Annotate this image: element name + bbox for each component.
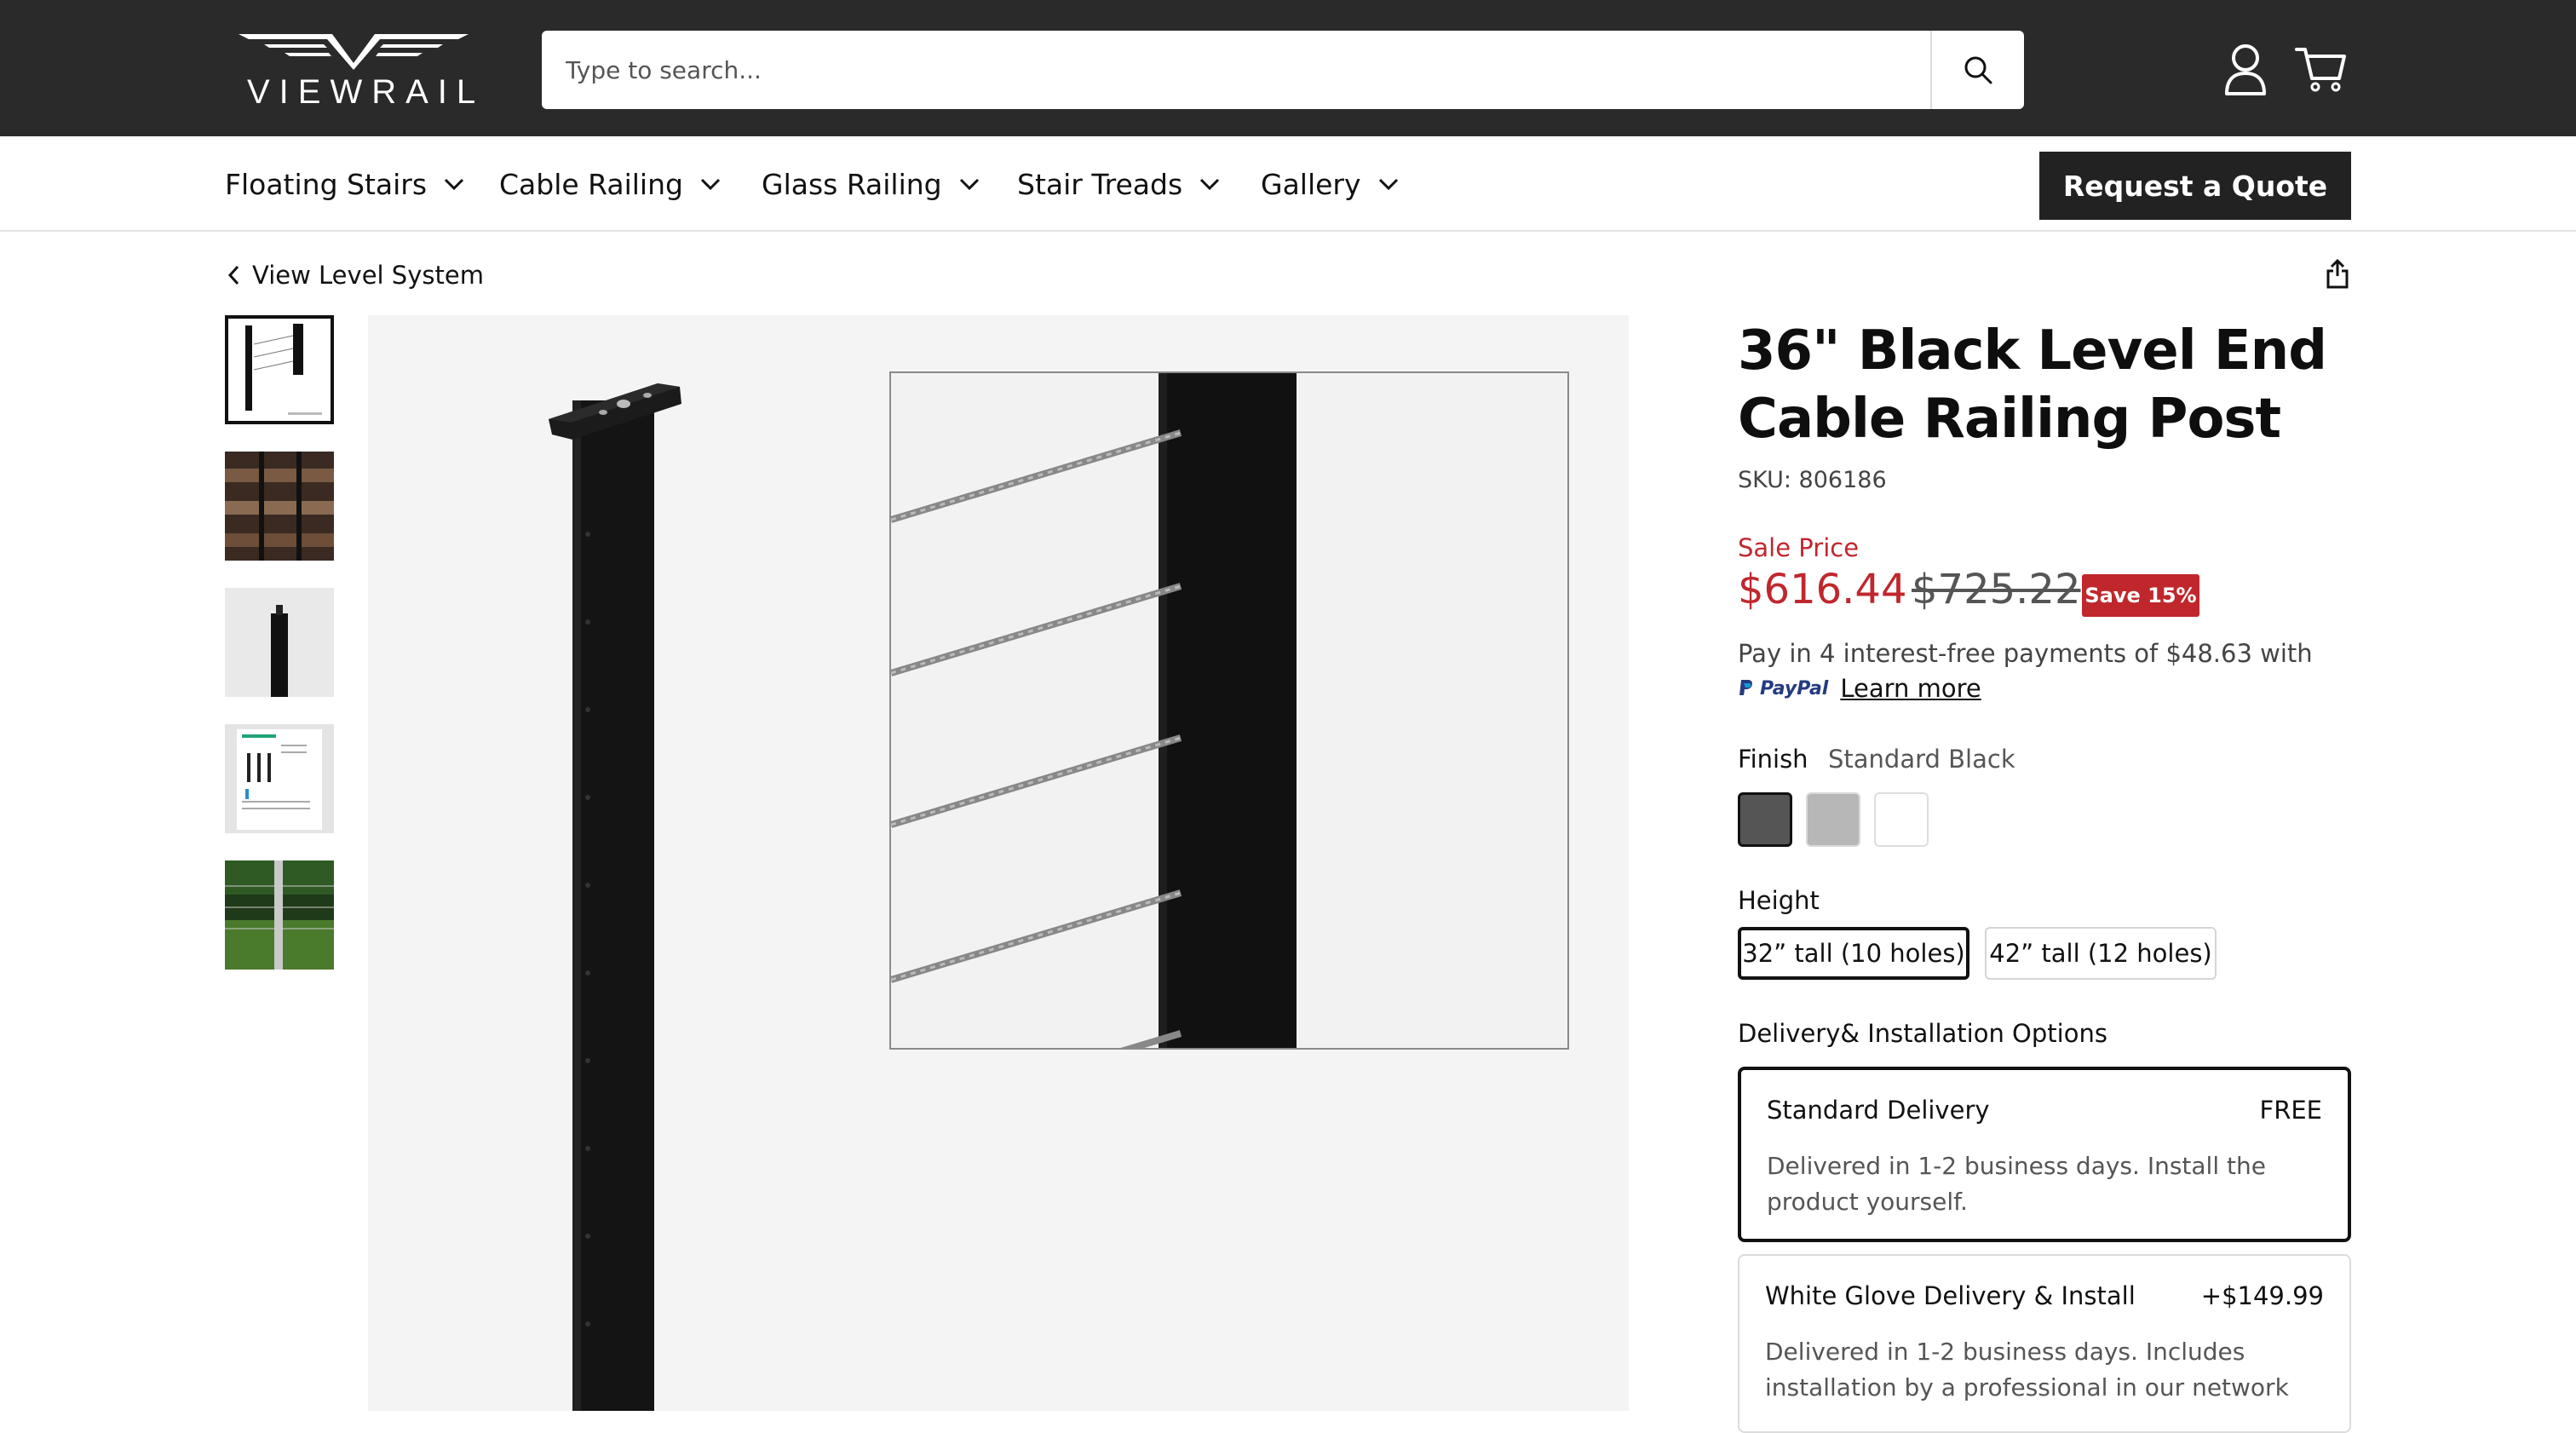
- search-button[interactable]: [1930, 31, 2024, 109]
- top-header: VIEWRAIL: [0, 0, 2576, 136]
- chevron-down-icon: [959, 178, 979, 190]
- viewrail-logo[interactable]: VIEWRAIL: [230, 29, 477, 114]
- thumbnail-outdoor-image: [225, 860, 334, 970]
- sale-price-label: Sale Price: [1738, 533, 1860, 562]
- nav-label: Cable Railing: [499, 167, 683, 201]
- delivery-option-title: Standard Delivery: [1767, 1096, 1990, 1125]
- height-option-42[interactable]: 42” tall (12 holes): [1985, 927, 2217, 980]
- nav-glass-railing[interactable]: Glass Railing: [762, 136, 980, 232]
- sale-price: $616.44: [1738, 566, 1907, 613]
- chevron-down-icon: [700, 178, 721, 190]
- thumbnail-post-image: [228, 319, 331, 421]
- back-link[interactable]: View Level System: [227, 256, 484, 295]
- delivery-option-description: Delivered in 1-2 business days. Install …: [1767, 1152, 2266, 1216]
- search-bar: [542, 31, 2024, 109]
- paypal-icon: [1739, 680, 1752, 695]
- chevron-down-icon: [445, 178, 464, 190]
- logo-text: VIEWRAIL: [247, 73, 486, 111]
- thumbnail-5[interactable]: [225, 860, 334, 970]
- paypal-installments-text: Pay in 4 interest-free payments of $48.6…: [1738, 639, 2313, 668]
- thumbnail-1[interactable]: [225, 315, 334, 424]
- delivery-option-description: Delivered in 1-2 business days. Includes…: [1765, 1338, 2289, 1401]
- thumbnail-2[interactable]: [225, 452, 334, 561]
- height-label: Height: [1738, 886, 1820, 915]
- back-link-label: View Level System: [252, 261, 484, 290]
- logo-wings-icon: [239, 34, 469, 70]
- nav-label: Floating Stairs: [225, 167, 428, 201]
- cable-closeup-illustration: [891, 373, 1567, 1048]
- search-input[interactable]: [542, 31, 1930, 109]
- chevron-down-icon: [1378, 178, 1398, 190]
- thumbnail-3[interactable]: [225, 588, 334, 697]
- cart-icon[interactable]: [2295, 44, 2348, 94]
- paypal-logo-text: PayPal: [1760, 677, 1829, 699]
- product-title: 36" Black Level End Cable Railing Post: [1738, 319, 2327, 451]
- delivery-option-price: +$149.99: [2200, 1281, 2324, 1310]
- delivery-option-price: FREE: [2259, 1096, 2322, 1125]
- delivery-option-title: White Glove Delivery & Install: [1765, 1281, 2136, 1310]
- height-option-32[interactable]: 32” tall (10 holes): [1738, 927, 1969, 980]
- finish-swatch-gray[interactable]: [1806, 792, 1860, 847]
- request-quote-button[interactable]: Request a Quote: [2039, 152, 2351, 220]
- nav-label: Glass Railing: [762, 167, 942, 201]
- share-icon[interactable]: [2326, 257, 2349, 290]
- finish-swatch-black[interactable]: [1738, 792, 1792, 847]
- nav-cable-railing[interactable]: Cable Railing: [499, 136, 721, 232]
- nav-stair-treads[interactable]: Stair Treads: [1017, 136, 1220, 232]
- product-sku: SKU: 806186: [1738, 467, 1887, 493]
- account-icon[interactable]: [2222, 43, 2269, 95]
- delivery-option-standard[interactable]: Standard Delivery FREE Delivered in 1-2 …: [1738, 1067, 2351, 1242]
- finish-swatch-white[interactable]: [1874, 792, 1929, 847]
- chevron-down-icon: [1200, 178, 1220, 190]
- paypal-row: PayPal Learn more: [1738, 671, 1981, 705]
- finish-selected-value: Standard Black: [1828, 745, 2015, 774]
- original-price: $725.22: [1912, 566, 2081, 613]
- thumbnail-post-top-image: [225, 588, 334, 697]
- nav-label: Stair Treads: [1017, 167, 1183, 201]
- finish-label: Finish: [1738, 745, 1808, 774]
- zoom-preview: [889, 371, 1569, 1050]
- nav-label: Gallery: [1261, 167, 1361, 201]
- delivery-options-label: Delivery& Installation Options: [1738, 1019, 2107, 1048]
- thumbnail-stairs-image: [225, 452, 334, 561]
- learn-more-link[interactable]: Learn more: [1840, 674, 1981, 703]
- search-icon: [1964, 56, 1992, 84]
- thumbnail-spec-sheet-image: [225, 724, 334, 833]
- chevron-left-icon: [227, 265, 239, 285]
- save-badge: Save 15%: [2082, 574, 2199, 617]
- nav-floating-stairs[interactable]: Floating Stairs: [225, 136, 464, 232]
- nav-gallery[interactable]: Gallery: [1261, 136, 1399, 232]
- delivery-option-white-glove[interactable]: White Glove Delivery & Install +$149.99 …: [1738, 1254, 2351, 1433]
- thumbnail-4[interactable]: [225, 724, 334, 833]
